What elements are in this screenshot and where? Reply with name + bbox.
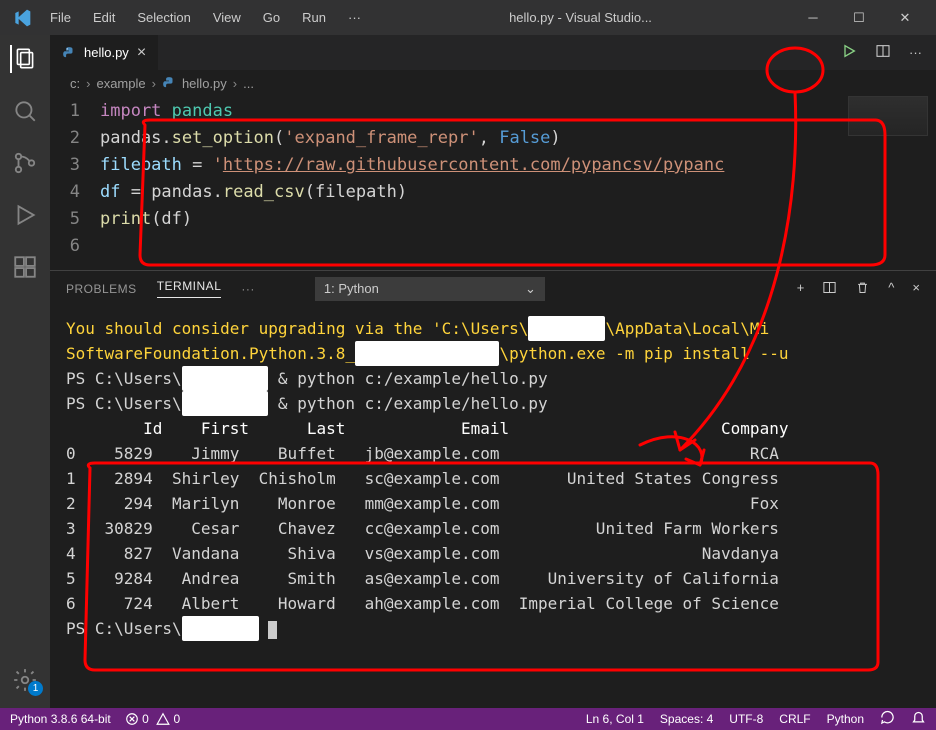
annotation-overlay — [0, 0, 936, 730]
